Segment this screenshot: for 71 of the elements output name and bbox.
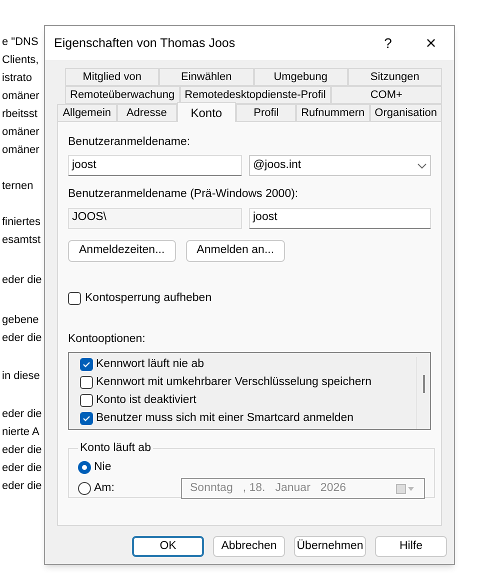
- tab[interactable]: Allgemein: [57, 104, 117, 122]
- dialog-button[interactable]: Hilfe: [375, 536, 447, 557]
- checkbox[interactable]: [80, 394, 93, 407]
- background-text: eder die: [2, 407, 43, 422]
- group-title: Konto läuft ab: [79, 441, 152, 456]
- date-part: 2026: [320, 481, 346, 496]
- field-label: Benutzeranmeldename:: [68, 135, 192, 150]
- background-text: omäner: [2, 143, 40, 158]
- radio-label: Am:: [94, 481, 116, 496]
- calendar-icon: [396, 484, 416, 494]
- input-field[interactable]: joost: [249, 208, 431, 228]
- background-text: omäner: [2, 125, 40, 140]
- tab[interactable]: Rufnummern: [296, 104, 370, 122]
- tab[interactable]: Organisation: [370, 104, 442, 122]
- tab[interactable]: Konto: [176, 102, 236, 122]
- tab[interactable]: Mitglied von: [65, 68, 160, 86]
- dialog-button[interactable]: Abbrechen: [213, 536, 285, 557]
- window-title: Eigenschaften von Thomas Joos: [54, 34, 236, 52]
- check-icon: [82, 414, 91, 423]
- checkbox[interactable]: [68, 292, 81, 305]
- background-text: Clients,: [2, 53, 40, 68]
- radio-button[interactable]: [78, 482, 91, 496]
- background-text: finiertes: [2, 215, 42, 230]
- tab[interactable]: Einwählen: [159, 68, 254, 86]
- tab[interactable]: Remotedesktopdienste-Profil: [180, 86, 331, 104]
- background-text: rbeitsst: [2, 107, 38, 122]
- background-text: nierte A: [2, 425, 40, 440]
- check-icon: [82, 360, 91, 369]
- date-part: Sonntag: [190, 481, 233, 496]
- section-label: Kontooptionen:: [68, 332, 146, 347]
- background-text: ternen: [2, 179, 34, 194]
- background-text: e "DNS: [2, 35, 40, 50]
- domain-field: JOOS\: [68, 208, 242, 228]
- help-button[interactable]: ?: [368, 28, 408, 58]
- option-label: Konto ist deaktiviert: [96, 392, 196, 408]
- radio-button[interactable]: [78, 461, 91, 474]
- tab[interactable]: COM+: [330, 86, 442, 104]
- close-button[interactable]: ×: [408, 28, 454, 58]
- chevron-down-icon: [417, 162, 427, 169]
- checkbox[interactable]: [80, 376, 93, 389]
- background-text: eder die: [2, 461, 43, 476]
- checkbox-label: Kontosperrung aufheben: [85, 290, 212, 306]
- background-text: istrato: [2, 71, 33, 86]
- background-text: in diese: [2, 369, 41, 384]
- radio-label: Nie: [94, 460, 112, 476]
- field-label: Benutzeranmeldename (Prä-Windows 2000):: [68, 187, 300, 202]
- date-part: Januar: [275, 481, 310, 496]
- checkbox[interactable]: [80, 358, 93, 371]
- background-text: eder die: [2, 331, 43, 346]
- option-label: Benutzer muss sich mit einer Smartcard anmelden: [96, 410, 354, 426]
- input-field[interactable]: joost: [68, 155, 242, 176]
- tab[interactable]: Profil: [236, 104, 296, 122]
- background-text: omäner: [2, 89, 40, 104]
- date-part: , 18.: [242, 481, 266, 496]
- background-text: esamtst: [2, 233, 42, 248]
- tab[interactable]: Adresse: [116, 104, 177, 122]
- logon-button[interactable]: Anmeldezeiten...: [68, 240, 176, 262]
- background-text: eder die: [2, 443, 43, 458]
- logon-button[interactable]: Anmelden an...: [186, 240, 286, 262]
- tab[interactable]: Sitzungen: [348, 68, 442, 86]
- option-label: Kennwort mit umkehrbarer Verschlüsselung speichern: [96, 374, 372, 390]
- dialog-button[interactable]: Übernehmen: [294, 536, 366, 557]
- background-text: gebene: [2, 313, 40, 328]
- tab[interactable]: Remoteüberwachung: [65, 86, 180, 104]
- dialog-button[interactable]: OK: [132, 536, 204, 557]
- option-label: Kennwort läuft nie ab: [96, 356, 204, 372]
- background-text: eder die: [2, 273, 43, 288]
- domain-dropdown[interactable]: @joos.int: [249, 155, 431, 176]
- checkbox[interactable]: [80, 412, 93, 425]
- background-text: eder die: [2, 479, 43, 494]
- tab[interactable]: Umgebung: [254, 68, 348, 86]
